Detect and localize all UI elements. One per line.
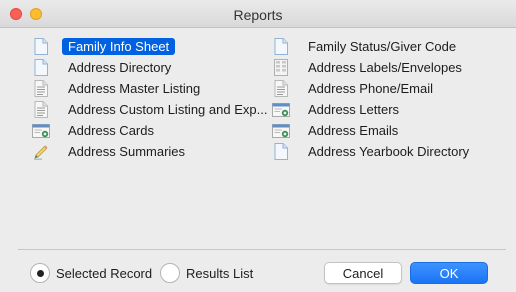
report-item-label: Family Status/Giver Code bbox=[308, 39, 457, 54]
results-list-radio[interactable] bbox=[160, 263, 180, 283]
selected-record-label: Selected Record bbox=[56, 265, 153, 281]
report-item-label: Address Summaries bbox=[68, 144, 186, 159]
reports-list-right: Family Status/Giver Code Address Labels/E… bbox=[272, 36, 502, 162]
title-bar: Reports bbox=[0, 0, 516, 28]
report-item[interactable]: Address Custom Listing and Exp... bbox=[32, 99, 272, 120]
report-item[interactable]: Address Emails bbox=[272, 120, 502, 141]
radio-dot-icon bbox=[36, 269, 44, 277]
report-item-label: Address Cards bbox=[68, 123, 154, 138]
dialog-footer: Selected Record Results List Cancel OK bbox=[0, 257, 516, 287]
blank-document-icon bbox=[272, 143, 290, 161]
report-item[interactable]: Family Info Sheet bbox=[32, 36, 272, 57]
text-document-icon bbox=[32, 80, 50, 98]
report-item[interactable]: Address Phone/Email bbox=[272, 78, 502, 99]
cancel-button[interactable]: Cancel bbox=[324, 262, 402, 284]
text-document-icon bbox=[32, 101, 50, 119]
summary-pencil-icon bbox=[32, 143, 50, 161]
divider bbox=[18, 249, 506, 250]
report-item[interactable]: Address Yearbook Directory bbox=[272, 141, 502, 162]
report-item[interactable]: Address Master Listing bbox=[32, 78, 272, 99]
report-item[interactable]: Address Cards bbox=[32, 120, 272, 141]
dialog-content: Family Info Sheet Address Directory Addres… bbox=[0, 29, 516, 292]
blank-document-icon bbox=[32, 38, 50, 56]
selected-record-option[interactable]: Selected Record bbox=[30, 263, 152, 283]
report-item[interactable]: Family Status/Giver Code bbox=[272, 36, 502, 57]
card-export-icon bbox=[272, 101, 290, 119]
card-export-icon bbox=[272, 122, 290, 140]
report-item-label: Address Letters bbox=[308, 102, 400, 117]
report-item-label: Address Yearbook Directory bbox=[308, 144, 470, 159]
reports-list-left: Family Info Sheet Address Directory Addres… bbox=[32, 36, 272, 162]
report-item-label: Address Emails bbox=[308, 123, 399, 138]
results-list-option[interactable]: Results List bbox=[160, 263, 253, 283]
reports-dialog: Reports Family Info Sheet Address Directo… bbox=[0, 0, 516, 292]
card-export-icon bbox=[32, 122, 50, 140]
report-item[interactable]: Address Directory bbox=[32, 57, 272, 78]
selected-record-radio[interactable] bbox=[30, 263, 50, 283]
report-item[interactable]: Address Summaries bbox=[32, 141, 272, 162]
results-list-label: Results List bbox=[186, 265, 254, 281]
report-item[interactable]: Address Letters bbox=[272, 99, 502, 120]
ok-button[interactable]: OK bbox=[410, 262, 488, 284]
blank-document-icon bbox=[272, 38, 290, 56]
text-document-icon bbox=[272, 80, 290, 98]
blank-document-icon bbox=[32, 59, 50, 77]
report-item-label: Address Custom Listing and Exp... bbox=[68, 102, 268, 117]
report-item-label: Address Master Listing bbox=[68, 81, 201, 96]
report-item-label: Address Directory bbox=[68, 60, 172, 75]
labels-grid-icon bbox=[272, 59, 290, 77]
report-item-label: Address Labels/Envelopes bbox=[308, 60, 462, 75]
report-item-label: Address Phone/Email bbox=[308, 81, 434, 96]
report-item-label: Family Info Sheet bbox=[62, 38, 176, 55]
window-title: Reports bbox=[233, 7, 283, 23]
report-item[interactable]: Address Labels/Envelopes bbox=[272, 57, 502, 78]
